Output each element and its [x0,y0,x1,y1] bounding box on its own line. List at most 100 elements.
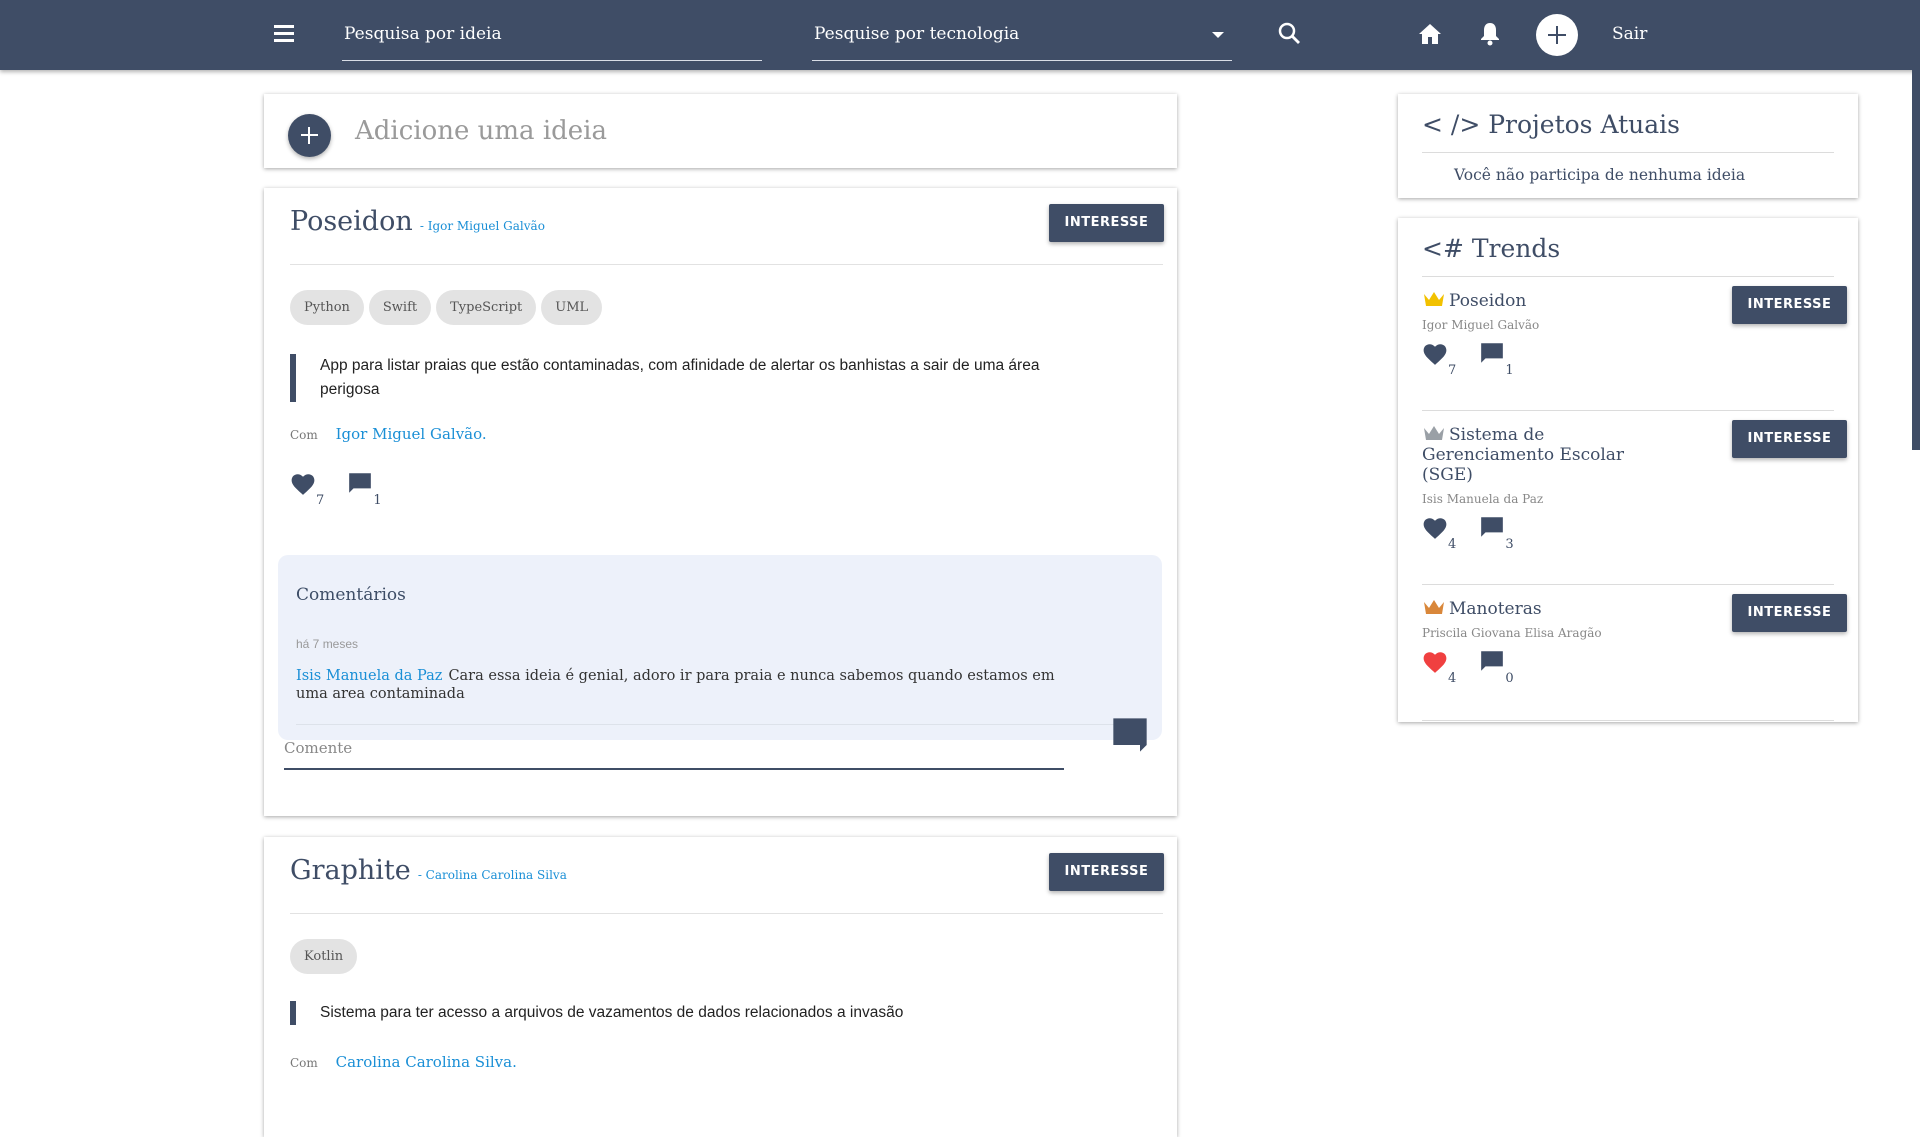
divider [1422,152,1834,153]
divider [296,724,1144,725]
comments-section: Comentários há 7 meses Isis Manuela da P… [278,555,1162,740]
add-idea-label: Adicione uma ideia [355,116,607,146]
search-technology-placeholder: Pesquise por tecnologia [814,24,1020,44]
participant-link[interactable]: Carolina Carolina Silva [336,1053,512,1071]
divider [1422,584,1834,585]
trends-card: <# Trends Poseidon Igor Miguel Galvão IN… [1398,218,1858,722]
interest-button[interactable]: INTERESSE [1732,594,1847,632]
idea-description: App para listar praias que estão contami… [290,354,1100,402]
like-count: 7 [316,493,325,508]
divider [290,913,1163,914]
top-bar: Pesquisa por ideia Pesquise por tecnolog… [0,0,1920,70]
bell-icon[interactable] [1474,18,1506,50]
idea-card: Poseidon - Igor Miguel Galvão INTERESSE … [264,188,1177,816]
comment-input[interactable]: Comente [284,728,1064,770]
projects-empty-message: Você não participa de nenhuma ideia [1454,166,1746,184]
projects-title: < /> Projetos Atuais [1422,110,1680,139]
tag-chip[interactable]: Kotlin [290,939,358,974]
idea-title: Poseidon [290,206,413,237]
send-comment-icon[interactable] [1110,715,1150,755]
crown-icon [1424,426,1444,440]
scrollbar[interactable] [1912,70,1920,450]
like-button[interactable]: 4 [1422,516,1456,552]
trend-author: Igor Miguel Galvão [1422,318,1540,332]
idea-stats: 7 1 [290,470,400,508]
heart-icon [1423,652,1447,673]
comment-icon [349,473,372,493]
trend-name[interactable]: Sistema de Gerenciamento Escolar (SGE) [1422,424,1642,485]
trends-title: <# Trends [1422,234,1561,263]
tag-list: Kotlin [290,939,362,974]
participants: Com Carolina Carolina Silva. [290,1053,517,1071]
trend-stats: 7 1 [1422,340,1532,378]
like-count: 7 [1448,363,1457,378]
current-projects-card: < /> Projetos Atuais Você não participa … [1398,94,1858,198]
add-idea-card[interactable]: Adicione uma ideia [264,94,1177,168]
menu-icon[interactable] [270,22,298,48]
divider [1422,410,1834,411]
logout-link[interactable]: Sair [1612,24,1647,44]
comment-author[interactable]: Isis Manuela da Paz [296,668,442,684]
idea-title: Graphite [290,855,411,886]
chevron-down-icon [1212,32,1224,38]
search-idea-input[interactable]: Pesquisa por ideia [342,18,762,61]
idea-author[interactable]: - Carolina Carolina Silva [418,868,567,882]
add-idea-icon[interactable] [1536,14,1578,56]
comment-icon [1481,651,1504,671]
like-button[interactable]: 7 [290,472,324,508]
like-button[interactable]: 4 [1422,650,1456,686]
trend-name-text: Poseidon [1449,291,1527,311]
comment-button[interactable]: 3 [1479,514,1514,552]
trend-stats: 4 3 [1422,514,1532,552]
idea-card: Graphite - Carolina Carolina Silva INTER… [264,837,1177,1137]
comment-count: 3 [1505,537,1514,552]
idea-description: Sistema para ter acesso a arquivos de va… [290,1001,1100,1025]
comment-button[interactable]: 1 [1479,340,1514,378]
period: . [481,425,487,443]
trend-author: Isis Manuela da Paz [1422,492,1544,506]
trend-author: Priscila Giovana Elisa Aragão [1422,626,1602,640]
tag-chip[interactable]: Swift [368,290,432,325]
tag-list: Python Swift TypeScript UML [290,290,607,325]
comment-button[interactable]: 1 [347,470,382,508]
divider [290,264,1163,265]
interest-button[interactable]: INTERESSE [1732,420,1847,458]
add-icon[interactable] [288,114,331,157]
heart-icon [1423,344,1447,365]
divider [1422,720,1834,721]
trend-name[interactable]: Manoteras [1422,598,1642,619]
home-icon[interactable] [1414,18,1446,50]
interest-button[interactable]: INTERESSE [1049,204,1164,242]
interest-button[interactable]: INTERESSE [1049,853,1164,891]
idea-header: Graphite - Carolina Carolina Silva [290,855,567,886]
comment-button[interactable]: 0 [1479,648,1514,686]
divider [1422,276,1834,277]
trend-name-text: Sistema de Gerenciamento Escolar (SGE) [1422,425,1625,485]
participants: Com Igor Miguel Galvão. [290,425,487,443]
comment-time: há 7 meses [296,637,359,651]
with-label: Com [290,1056,318,1070]
search-icon[interactable] [1274,18,1306,50]
like-count: 4 [1448,537,1457,552]
heart-icon [1423,518,1447,539]
period: . [512,1053,517,1071]
participant-link[interactable]: Igor Miguel Galvão [336,425,482,443]
crown-icon [1424,600,1444,614]
trend-stats: 4 0 [1422,648,1532,686]
interest-button[interactable]: INTERESSE [1732,286,1847,324]
tag-chip[interactable]: TypeScript [436,290,537,325]
tag-chip[interactable]: UML [541,290,603,325]
comment-placeholder: Comente [284,739,353,757]
tag-chip[interactable]: Python [290,290,364,325]
comment-count: 1 [373,493,382,508]
comment-count: 0 [1505,671,1514,686]
like-button[interactable]: 7 [1422,342,1456,378]
comments-title: Comentários [296,585,406,605]
idea-author[interactable]: - Igor Miguel Galvão [420,219,545,233]
like-count: 4 [1448,671,1457,686]
search-idea-placeholder: Pesquisa por ideia [344,24,502,44]
heart-icon [291,474,315,495]
trend-name[interactable]: Poseidon [1422,290,1642,311]
search-technology-select[interactable]: Pesquise por tecnologia [812,18,1232,61]
with-label: Com [290,428,318,442]
